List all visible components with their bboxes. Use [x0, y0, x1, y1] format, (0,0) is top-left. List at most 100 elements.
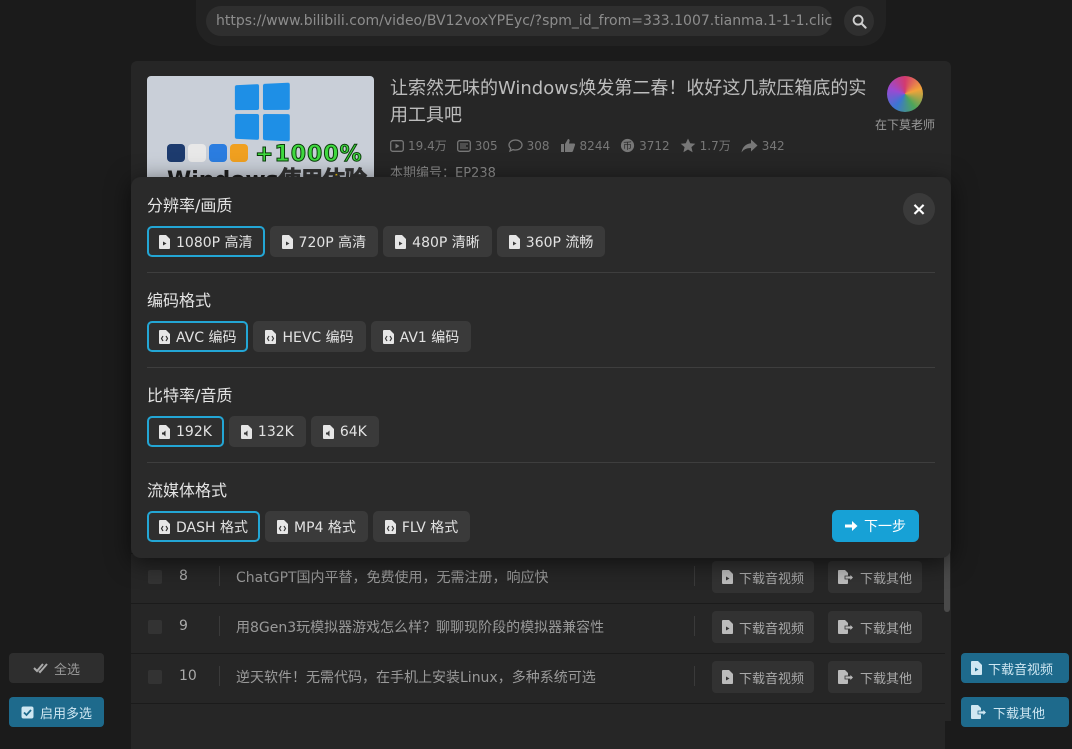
bitrate-options: 192K 132K 64K [147, 416, 935, 447]
option-132k[interactable]: 132K [228, 416, 306, 447]
double-check-icon [33, 663, 48, 674]
row-number: 10 [179, 668, 197, 684]
option-192k[interactable]: 192K [147, 416, 224, 447]
file-export-icon [838, 570, 854, 584]
search-button[interactable] [844, 6, 874, 36]
file-video-icon [395, 234, 407, 249]
row-download-av-button[interactable]: 下载音视频 [712, 611, 815, 643]
next-step-button[interactable]: 下一步 [832, 510, 919, 542]
video-stats: 19.4万 305 308 8244 币 3712 1.7万 342 [390, 137, 785, 154]
multi-select-button[interactable]: 启用多选 [9, 697, 104, 727]
option-360p[interactable]: 360P 流畅 [496, 226, 606, 257]
row-title: 用8Gen3玩模拟器游戏怎么样？聊聊现阶段的模拟器兼容性 [236, 620, 605, 636]
row-checkbox[interactable] [148, 620, 162, 634]
danmaku-icon [456, 139, 471, 152]
section-title: 流媒体格式 [147, 481, 228, 500]
row-download-other-button[interactable]: 下载其他 [828, 611, 923, 643]
resolution-section: 分辨率/画质 1080P 高清 720P 高清 480P 清晰 360P 流畅 [147, 195, 935, 257]
file-video-icon [722, 570, 733, 584]
row-download-other-button[interactable]: 下载其他 [828, 661, 923, 693]
shares-stat: 342 [741, 139, 785, 153]
file-video-icon [722, 620, 733, 634]
comment-icon [507, 139, 523, 152]
row-number: 8 [179, 568, 188, 584]
row-download-other-button[interactable]: 下载其他 [828, 561, 923, 593]
codec-section: 编码格式 AVC 编码 HEVC 编码 AV1 编码 [147, 290, 935, 352]
option-mp4[interactable]: MP4 格式 [264, 511, 368, 542]
option-1080p[interactable]: 1080P 高清 [147, 226, 265, 257]
windows-logo-icon [234, 82, 290, 142]
row-divider [219, 566, 220, 586]
video-title[interactable]: 让索然无味的Windows焕发第二春！收好这几款压箱底的实用工具吧 [390, 75, 880, 129]
option-av1[interactable]: AV1 编码 [370, 321, 472, 352]
search-icon [852, 14, 867, 29]
bitrate-section: 比特率/音质 192K 132K 64K [147, 385, 935, 447]
stream-format-section: 流媒体格式 DASH 格式 MP4 格式 FLV 格式 [147, 480, 935, 542]
option-avc[interactable]: AVC 编码 [147, 321, 249, 352]
row-title: ChatGPT国内平替，免费使用，无需注册，响应快 [236, 570, 549, 586]
row-checkbox[interactable] [148, 570, 162, 584]
row-divider [694, 566, 695, 586]
file-video-icon [971, 661, 982, 675]
file-audio-icon [240, 424, 252, 439]
option-dash[interactable]: DASH 格式 [147, 511, 260, 542]
section-title: 分辨率/画质 [147, 196, 233, 215]
file-code-icon [384, 519, 396, 534]
share-icon [741, 139, 758, 152]
row-checkbox[interactable] [148, 670, 162, 684]
list-scrollbar[interactable] [944, 548, 950, 612]
file-code-icon [265, 329, 277, 344]
play-icon [390, 139, 404, 152]
uploader-name[interactable]: 在下莫老师 [873, 116, 937, 133]
list-item: 8 ChatGPT国内平替，免费使用，无需注册，响应快 下载音视频 下载其他 [131, 553, 945, 599]
download-av-float-button[interactable]: 下载音视频 [961, 653, 1069, 683]
url-input[interactable]: https://www.bilibili.com/video/BV12voxYP… [206, 6, 832, 36]
row-download-av-button[interactable]: 下载音视频 [712, 661, 815, 693]
download-other-float-button[interactable]: 下载其他 [961, 697, 1069, 727]
list-item: 9 用8Gen3玩模拟器游戏怎么样？聊聊现阶段的模拟器兼容性 下载音视频 下载其… [131, 603, 945, 649]
stream-format-options: DASH 格式 MP4 格式 FLV 格式 [147, 511, 935, 542]
section-divider [147, 367, 935, 368]
uploader-avatar[interactable] [887, 76, 923, 112]
file-code-icon [382, 329, 394, 344]
section-title: 比特率/音质 [147, 386, 233, 405]
download-options-dialog: × 分辨率/画质 1080P 高清 720P 高清 480P 清晰 360P 流… [131, 177, 951, 558]
star-icon [680, 138, 695, 153]
codec-options: AVC 编码 HEVC 编码 AV1 编码 [147, 321, 935, 352]
row-download-av-button[interactable]: 下载音视频 [712, 561, 815, 593]
file-code-icon [159, 329, 170, 344]
option-hevc[interactable]: HEVC 编码 [253, 321, 366, 352]
row-divider [219, 616, 220, 636]
section-divider [147, 462, 935, 463]
file-audio-icon [322, 424, 334, 439]
comments-stat: 308 [507, 139, 550, 153]
file-video-icon [281, 234, 293, 249]
row-title: 逆天软件！无需代码，在手机上安装Linux，多种系统可选 [236, 670, 596, 686]
url-bar: https://www.bilibili.com/video/BV12voxYP… [196, 0, 886, 46]
option-480p[interactable]: 480P 清晰 [383, 226, 492, 257]
row-number: 9 [179, 618, 188, 634]
file-code-icon [276, 519, 288, 534]
file-video-icon [159, 234, 170, 249]
checkbox-icon [21, 706, 34, 718]
thumbs-up-icon [560, 139, 575, 152]
option-flv[interactable]: FLV 格式 [372, 511, 471, 542]
app-icons [167, 144, 253, 164]
option-720p[interactable]: 720P 高清 [269, 226, 379, 257]
coins-stat: 币 3712 [620, 138, 670, 153]
row-divider [694, 666, 695, 686]
favorites-stat: 1.7万 [680, 137, 731, 154]
list-item [131, 703, 945, 749]
list-item: 10 逆天软件！无需代码，在手机上安装Linux，多种系统可选 下载音视频 下载… [131, 653, 945, 699]
svg-text:币: 币 [623, 141, 632, 152]
file-video-icon [722, 670, 733, 684]
views-stat: 19.4万 [390, 137, 447, 154]
file-export-icon [971, 705, 987, 719]
arrow-right-icon [845, 521, 858, 531]
file-code-icon [159, 519, 170, 534]
option-64k[interactable]: 64K [310, 416, 379, 447]
file-video-icon [508, 234, 520, 249]
select-all-button[interactable]: 全选 [9, 653, 104, 683]
resolution-options: 1080P 高清 720P 高清 480P 清晰 360P 流畅 [147, 226, 935, 257]
section-divider [147, 272, 935, 273]
